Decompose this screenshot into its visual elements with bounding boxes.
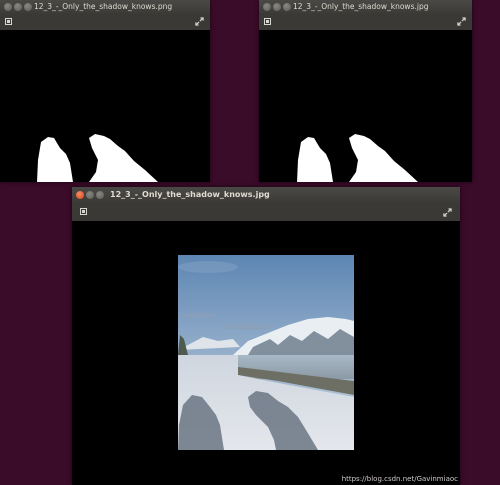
window-photo-jpg: 12_3_-_Only_the_shadow_knows.jpg https:/… bbox=[72, 187, 460, 485]
expand-icon[interactable] bbox=[457, 17, 466, 26]
shadow-mask-image bbox=[37, 134, 158, 182]
window-title: 12_3_-_Only_the_shadow_knows.png bbox=[34, 2, 173, 11]
window-controls bbox=[4, 3, 32, 11]
image-canvas bbox=[0, 30, 210, 182]
minimize-icon[interactable] bbox=[86, 191, 94, 199]
window-title: 12_3_-_Only_the_shadow_knows.jpg bbox=[110, 190, 270, 199]
minimize-icon[interactable] bbox=[14, 3, 22, 11]
maximize-icon[interactable] bbox=[283, 3, 291, 11]
image-canvas: https://blog.csdn.net/Gavinmiaoc bbox=[72, 221, 460, 485]
shadow-photo bbox=[178, 255, 354, 450]
expand-icon[interactable] bbox=[195, 17, 204, 26]
image-toolbar bbox=[0, 14, 210, 30]
titlebar[interactable]: 12_3_-_Only_the_shadow_knows.jpg bbox=[259, 0, 472, 14]
maximize-icon[interactable] bbox=[24, 3, 32, 11]
pin-icon[interactable] bbox=[5, 18, 12, 25]
window-title: 12_3_-_Only_the_shadow_knows.jpg bbox=[293, 2, 429, 11]
titlebar[interactable]: 12_3_-_Only_the_shadow_knows.png bbox=[0, 0, 210, 14]
shadow-mask-image bbox=[297, 134, 418, 182]
pin-icon[interactable] bbox=[264, 18, 271, 25]
close-icon[interactable] bbox=[76, 191, 84, 199]
close-icon[interactable] bbox=[4, 3, 12, 11]
image-toolbar bbox=[72, 203, 460, 221]
window-controls bbox=[263, 3, 291, 11]
image-toolbar bbox=[259, 14, 472, 30]
close-icon[interactable] bbox=[263, 3, 271, 11]
minimize-icon[interactable] bbox=[273, 3, 281, 11]
window-mask-png: 12_3_-_Only_the_shadow_knows.png bbox=[0, 0, 210, 182]
image-canvas bbox=[259, 30, 472, 182]
titlebar[interactable]: 12_3_-_Only_the_shadow_knows.jpg bbox=[72, 187, 460, 203]
watermark: https://blog.csdn.net/Gavinmiaoc bbox=[341, 475, 458, 483]
window-mask-jpg: 12_3_-_Only_the_shadow_knows.jpg bbox=[259, 0, 472, 182]
maximize-icon[interactable] bbox=[96, 191, 104, 199]
expand-icon[interactable] bbox=[443, 208, 452, 217]
window-controls bbox=[76, 191, 104, 199]
pin-icon[interactable] bbox=[80, 208, 87, 215]
